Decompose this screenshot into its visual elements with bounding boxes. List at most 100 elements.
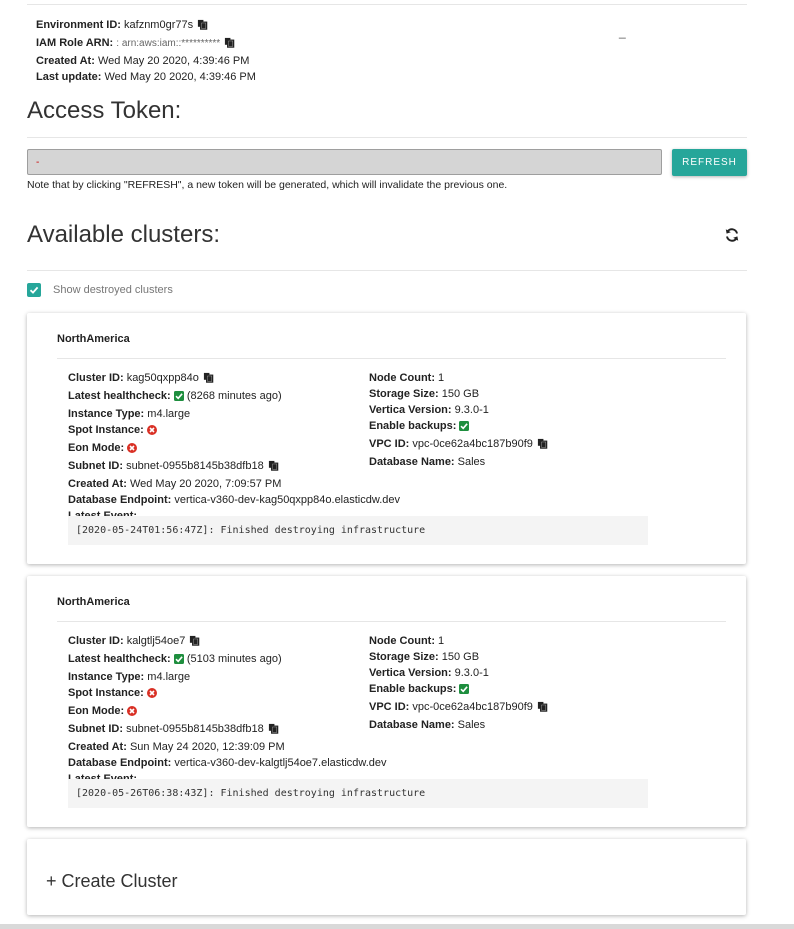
check-icon	[174, 390, 184, 406]
database-name-value: Sales	[457, 719, 486, 731]
endpoint-label: Database Endpoint:	[68, 494, 172, 506]
instance-type-label: Instance Type:	[68, 408, 145, 420]
reload-icon[interactable]	[724, 227, 740, 246]
eon-mode-label: Eon Mode:	[68, 442, 125, 454]
vertica-version-value: 9.3.0-1	[454, 667, 489, 679]
access-token-title: Access Token:	[27, 97, 182, 124]
enable-backups-label: Enable backups:	[369, 683, 457, 695]
copy-icon[interactable]	[197, 19, 208, 35]
instance-type-value: m4.large	[147, 671, 191, 683]
latest-event-log: [2020-05-26T06:38:43Z]: Finished destroy…	[68, 779, 648, 808]
vertica-version-value: 9.3.0-1	[454, 404, 489, 416]
vpc-id-value: vpc-0ce62a4bc187b90f9	[412, 438, 533, 450]
healthcheck-value: (8268 minutes ago)	[186, 390, 282, 402]
refresh-button[interactable]: REFRESH	[672, 149, 747, 176]
subnet-id-label: Subnet ID:	[68, 460, 123, 472]
subnet-id-value: subnet-0955b8145b38dfb18	[126, 460, 264, 472]
cluster-region: NorthAmerica	[57, 596, 130, 608]
cluster-card: NorthAmerica Cluster ID: kalgtlj54oe7 La…	[27, 576, 746, 827]
error-icon	[147, 687, 157, 703]
environment-id-label: Environment ID:	[36, 19, 121, 31]
iam-role-label: IAM Role ARN:	[36, 37, 114, 49]
copy-icon[interactable]	[189, 635, 200, 651]
error-icon	[147, 424, 157, 440]
created-at-label: Created At:	[68, 741, 127, 753]
cluster-details-left: Cluster ID: kag50qxpp84o Latest healthch…	[68, 370, 400, 524]
show-destroyed-label: Show destroyed clusters	[53, 284, 173, 296]
spot-instance-label: Spot Instance:	[68, 424, 144, 436]
iam-role-value: : arn:aws:iam::**********	[116, 38, 221, 49]
created-at-label: Created At:	[68, 478, 127, 490]
env-created-label: Created At:	[36, 55, 95, 67]
copy-icon[interactable]	[224, 37, 235, 53]
subnet-id-label: Subnet ID:	[68, 723, 123, 735]
node-count-value: 1	[438, 635, 445, 647]
copy-icon[interactable]	[203, 372, 214, 388]
instance-type-value: m4.large	[147, 408, 191, 420]
vpc-id-value: vpc-0ce62a4bc187b90f9	[412, 701, 533, 713]
cluster-details-left: Cluster ID: kalgtlj54oe7 Latest healthch…	[68, 633, 387, 787]
env-updated-label: Last update:	[36, 71, 102, 83]
healthcheck-label: Latest healthcheck:	[68, 653, 171, 665]
environment-info: Environment ID: kafznm0gr77s IAM Role AR…	[36, 17, 256, 85]
token-note: Note that by clicking "REFRESH", a new t…	[27, 179, 508, 191]
cluster-id-value: kag50qxpp84o	[126, 372, 199, 384]
storage-size-value: 150 GB	[441, 388, 480, 400]
spot-instance-label: Spot Instance:	[68, 687, 144, 699]
endpoint-label: Database Endpoint:	[68, 757, 172, 769]
storage-size-label: Storage Size:	[369, 388, 439, 400]
divider	[57, 621, 726, 622]
divider	[57, 358, 726, 359]
endpoint-value: vertica-v360-dev-kalgtlj54oe7.elasticdw.…	[174, 757, 387, 769]
copy-icon[interactable]	[268, 723, 279, 739]
divider	[27, 137, 747, 138]
copy-icon[interactable]	[268, 460, 279, 476]
endpoint-value: vertica-v360-dev-kag50qxpp84o.elasticdw.…	[174, 494, 400, 506]
vpc-id-label: VPC ID:	[369, 701, 410, 713]
available-clusters-title: Available clusters:	[27, 221, 220, 248]
check-icon	[459, 683, 469, 699]
environment-card: Environment ID: kafznm0gr77s IAM Role AR…	[27, 4, 747, 83]
cluster-id-label: Cluster ID:	[68, 635, 124, 647]
check-icon	[459, 420, 469, 436]
error-icon	[127, 442, 137, 458]
create-cluster-card[interactable]: + Create Cluster	[27, 839, 746, 915]
storage-size-value: 150 GB	[441, 651, 480, 663]
env-created-value: Wed May 20 2020, 4:39:46 PM	[97, 55, 250, 67]
subnet-id-value: subnet-0955b8145b38dfb18	[126, 723, 264, 735]
storage-size-label: Storage Size:	[369, 651, 439, 663]
node-count-label: Node Count:	[369, 372, 435, 384]
node-count-value: 1	[438, 372, 445, 384]
environment-id-value: kafznm0gr77s	[124, 19, 194, 31]
cluster-card: NorthAmerica Cluster ID: kag50qxpp84o La…	[27, 313, 746, 564]
show-destroyed-toggle[interactable]: Show destroyed clusters	[27, 283, 173, 297]
healthcheck-value: (5103 minutes ago)	[186, 653, 282, 665]
database-name-label: Database Name:	[369, 456, 455, 468]
latest-event-log: [2020-05-24T01:56:47Z]: Finished destroy…	[68, 516, 648, 545]
create-cluster-button[interactable]: + Create Cluster	[46, 871, 178, 892]
instance-type-label: Instance Type:	[68, 671, 145, 683]
healthcheck-label: Latest healthcheck:	[68, 390, 171, 402]
cluster-id-value: kalgtlj54oe7	[126, 635, 186, 647]
database-name-label: Database Name:	[369, 719, 455, 731]
node-count-label: Node Count:	[369, 635, 435, 647]
vpc-id-label: VPC ID:	[369, 438, 410, 450]
check-icon	[174, 653, 184, 669]
database-name-value: Sales	[457, 456, 486, 468]
created-at-value: Wed May 20 2020, 7:09:57 PM	[129, 478, 282, 490]
cluster-region: NorthAmerica	[57, 333, 130, 345]
window-bottom-edge	[0, 924, 794, 929]
enable-backups-label: Enable backups:	[369, 420, 457, 432]
cluster-details-right: Node Count: 1 Storage Size: 150 GB Verti…	[369, 633, 548, 733]
show-destroyed-checkbox[interactable]	[27, 283, 41, 297]
collapse-toggle[interactable]: _	[619, 25, 626, 39]
vertica-version-label: Vertica Version:	[369, 404, 452, 416]
vertica-version-label: Vertica Version:	[369, 667, 452, 679]
copy-icon[interactable]	[537, 701, 548, 717]
cluster-id-label: Cluster ID:	[68, 372, 124, 384]
error-icon	[127, 705, 137, 721]
checkmark-icon	[29, 286, 39, 294]
cluster-details-right: Node Count: 1 Storage Size: 150 GB Verti…	[369, 370, 548, 470]
access-token-input[interactable]	[27, 149, 662, 175]
copy-icon[interactable]	[537, 438, 548, 454]
